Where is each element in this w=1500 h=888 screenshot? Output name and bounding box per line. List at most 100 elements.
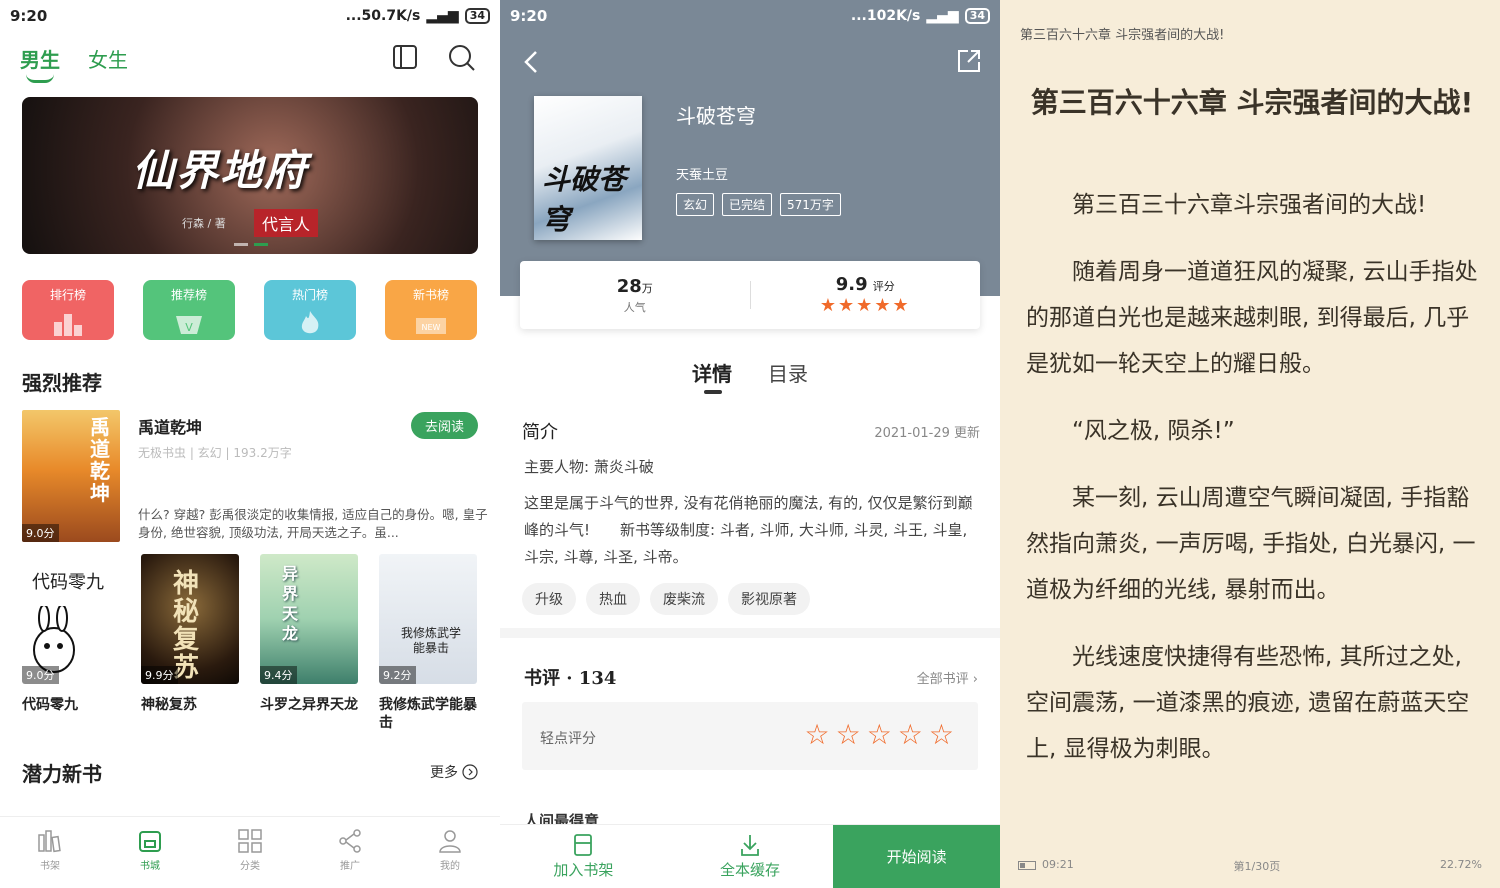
rating-label: 评分 [872,280,895,293]
nav-promote[interactable]: 推广 [300,817,400,888]
chapter-body: 第三百三十六章斗宗强者间的大战! 随着周身一道道狂风的凝聚, 云山手指处的那道白… [1026,182,1480,793]
topic-tag[interactable]: 影视原著 [728,583,810,615]
topic-tag[interactable]: 热血 [586,583,640,615]
network-speed: ...50.7K/s [345,8,421,24]
book-title[interactable]: 禹道乾坤 [138,414,202,438]
nav-bookshelf[interactable]: 书架 [0,817,100,888]
search-icon[interactable] [448,44,476,72]
vip-icon: V [176,316,202,334]
book-cover[interactable]: 禹道乾坤 9.0分 [22,410,120,542]
book-title[interactable]: 我修炼武学能暴击 [379,696,477,732]
cache-label: 全本缓存 [720,861,781,879]
section-divider [500,628,1000,638]
book-cover[interactable]: 我修炼武学能暴击 9.2分 [379,554,477,684]
chevron-right-circle-icon [462,764,478,780]
banner-subtitle: 代言人 [254,209,319,237]
chapter-header: 第三百六十六章 斗宗强者间的大战! [1020,28,1225,43]
book-cover: 斗破苍穹 [534,96,642,240]
update-date: 2021-01-29 更新 [874,426,980,441]
hero-banner[interactable]: 仙界地府 行森 / 著 代言人 [22,97,478,254]
svg-text:NEW: NEW [422,323,441,332]
paragraph: 某一刻, 云山周遭空气瞬间凝固, 手指豁然指向萧炎, 一声厉喝, 手指处, 白光… [1026,485,1476,603]
popularity-unit: 万 [641,281,653,295]
paragraph: 随着周身一道道狂风的凝聚, 云山手指处的那道白光也是越来越刺眼, 到得最后, 几… [1026,259,1478,377]
bookshelf-icon [38,830,61,853]
book-meta: 无极书虫 | 玄幻 | 193.2万字 [138,446,292,460]
rating-stars: ★★★★★ [819,295,911,316]
new-badge-icon: NEW [416,318,446,334]
signal-icon: ▂▄▆ [926,8,959,24]
book-author[interactable]: 天蚕土豆 [676,164,728,183]
rank-recommend-button[interactable]: 推荐榜 V [143,280,235,340]
rate-stars[interactable]: ☆☆☆☆☆ [804,718,960,751]
paragraph: 第三百三十六章斗宗强者间的大战! [1072,192,1427,218]
rank-leaderboard-button[interactable]: 排行榜 [22,280,114,340]
book-score: 9.0分 [22,666,59,684]
network-speed: ...102K/s [850,8,921,24]
book-cover[interactable]: 代码零九 9.0分 [22,554,120,684]
book-cover[interactable]: 神秘复苏 9.9分 [141,554,239,684]
nav-category[interactable]: 分类 [200,817,300,888]
intro-description: 这里是属于斗气的世界, 没有花俏艳丽的魔法, 有的, 仅仅是繁衍到巅峰的斗气! … [524,494,973,566]
rate-label: 轻点评分 [540,731,596,747]
start-reading-button[interactable]: 开始阅读 [833,825,1000,888]
book-title[interactable]: 神秘复苏 [141,696,239,714]
nav-label: 推广 [340,861,360,872]
topic-tag[interactable]: 升级 [522,583,576,615]
book-card[interactable]: 代码零九 9.0分 代码零九 [22,554,120,732]
book-title[interactable]: 代码零九 [22,696,120,714]
book-score: 9.4分 [260,666,297,684]
cover-text: 异界天龙 [282,564,299,643]
carousel-dots [234,243,268,246]
status-bar: 9:20 ...50.7K/s ▂▄▆ 34 [0,0,500,32]
book-cover[interactable]: 异界天龙 9.4分 [260,554,358,684]
tab-catalog[interactable]: 目录 [768,358,808,387]
book-score: 9.0分 [22,524,59,542]
nav-store[interactable]: 书城 [100,817,200,888]
rating-input-box[interactable]: 轻点评分 ☆☆☆☆☆ [522,702,978,770]
status-time: 9:20 [10,7,48,25]
cover-text: 神秘复苏 [173,569,200,683]
podium-icon [54,314,82,336]
rank-new-button[interactable]: 新书榜 NEW [385,280,477,340]
rank-hot-button[interactable]: 热门榜 [264,280,356,340]
popularity-label: 人气 [623,300,646,314]
cover-text: 斗破苍穹 [542,163,627,236]
rank-label: 热门榜 [291,288,328,302]
banner-title: 仙界地府 [132,146,309,195]
all-reviews-link[interactable]: 全部书评 › [917,668,978,687]
reader-screen[interactable]: 第三百六十六章 斗宗强者间的大战! 第三百六十六章 斗宗强者间的大战! 第三百三… [1000,0,1500,888]
nav-profile[interactable]: 我的 [400,817,500,888]
bottom-nav: 书架 书城 分类 推广 我的 [0,816,500,888]
battery-icon: 34 [964,8,990,24]
book-title[interactable]: 斗罗之异界天龙 [260,696,358,714]
book-tag: 已完结 [722,193,773,216]
detail-bottom-bar: 加入书架 全本缓存 开始阅读 [500,824,1000,888]
paragraph: “风之极, 陨杀!” [1072,418,1235,444]
tab-female[interactable]: 女生 [88,44,128,73]
bookshelf-toggle-icon[interactable] [392,44,418,70]
progress-percent: 22.72% [1440,858,1482,871]
cache-all-button[interactable]: 全本缓存 [667,825,834,888]
nav-label: 我的 [440,861,460,872]
topic-tag[interactable]: 废柴流 [650,583,718,615]
more-link[interactable]: 更多 [430,762,478,782]
read-now-button[interactable]: 去阅读 [410,412,478,439]
add-to-shelf-button[interactable]: 加入书架 [500,825,667,888]
more-label: 更多 [430,765,458,781]
featured-book[interactable]: 禹道乾坤 9.0分 禹道乾坤 无极书虫 | 玄幻 | 193.2万字 什么? 穿… [22,410,488,542]
tab-male[interactable]: 男生 [20,44,60,83]
reviews-heading: 书评 · 134 [524,668,617,689]
store-icon [139,831,161,852]
book-card[interactable]: 异界天龙 9.4分 斗罗之异界天龙 [260,554,358,732]
add-label: 加入书架 [553,861,614,879]
share-external-icon[interactable] [956,48,982,74]
back-arrow-icon[interactable] [522,50,540,74]
tab-detail[interactable]: 详情 [692,358,732,394]
book-card[interactable]: 我修炼武学能暴击 9.2分 我修炼武学能暴击 [379,554,477,732]
book-tag: 571万字 [780,193,841,216]
status-bar: 9:20 ...102K/s ▂▄▆ 34 [500,0,1000,32]
book-card[interactable]: 神秘复苏 9.9分 神秘复苏 [141,554,239,732]
book-title: 斗破苍穹 [676,104,756,128]
nav-label: 分类 [240,861,260,872]
